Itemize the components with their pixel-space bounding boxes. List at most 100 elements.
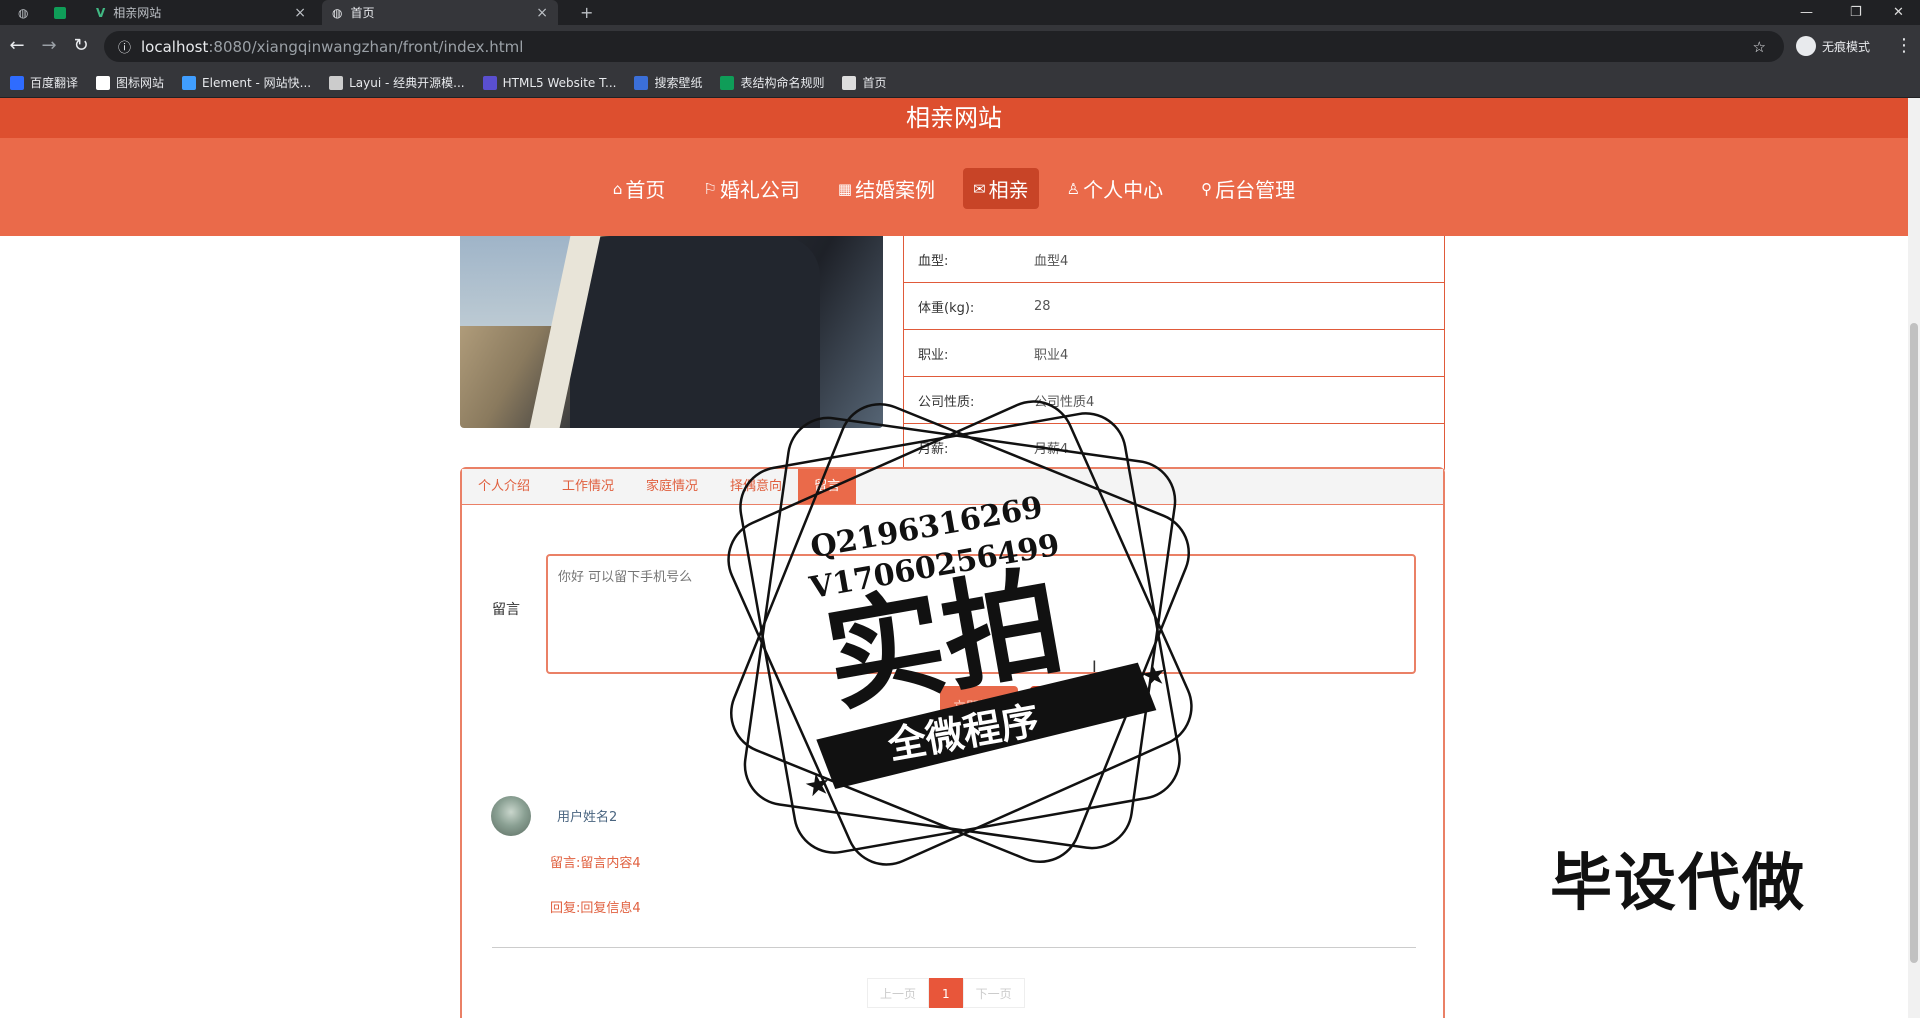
star-icon: ★: [1137, 656, 1170, 695]
nav-icon: ▦: [837, 179, 853, 198]
info-key: 体重(kg):: [918, 300, 975, 316]
nav-item[interactable]: ⚲ 后台管理: [1191, 168, 1305, 209]
address-bar-row: ← → ↻ ⓘ localhost:8080/xiangqinwangzhan/…: [0, 25, 1920, 68]
menu-kebab-icon[interactable]: ⋮: [1893, 35, 1915, 57]
detail-tab[interactable]: 家庭情况: [630, 469, 714, 504]
tab-xiangqin[interactable]: V 相亲网站 ×: [86, 0, 316, 25]
nav-label: 婚礼公司: [719, 178, 800, 202]
nav-icon: ⚲: [1201, 179, 1213, 198]
plus-icon: +: [580, 3, 594, 22]
page-number-button[interactable]: 1: [929, 978, 963, 1008]
nav-label: 后台管理: [1215, 178, 1296, 202]
tab-title: 首页: [350, 6, 375, 20]
avatar: [491, 796, 531, 836]
pagination: 上一页 1 下一页: [867, 978, 1025, 1008]
info-value: 28: [1034, 298, 1051, 314]
star-icon[interactable]: ☆: [1753, 38, 1766, 56]
bookmark-icon: [10, 75, 24, 90]
bookmark-item[interactable]: Element - 网站快...: [182, 74, 311, 91]
nav-icon: ✉: [973, 179, 986, 198]
bookmark-label: 图标网站: [116, 76, 165, 90]
minimize-button[interactable]: —: [1800, 0, 1813, 25]
new-tab-button[interactable]: +: [570, 0, 600, 25]
nav-item[interactable]: ♙ 个人中心: [1057, 168, 1173, 209]
nav-icon: ⌂: [612, 179, 623, 198]
info-icon: ⓘ: [118, 41, 132, 56]
text-cursor-icon: I: [1092, 657, 1097, 676]
page-scrollbar[interactable]: [1908, 98, 1920, 1018]
prev-page-button[interactable]: 上一页: [867, 978, 930, 1008]
nav-label: 相亲: [988, 178, 1029, 202]
bookmark-icon: [842, 75, 857, 90]
watermark-stamp: Q2196316269 V17060256499 实拍 全微程序 ★ ★: [727, 400, 1193, 866]
incognito-icon: [1796, 36, 1816, 56]
bookmark-item[interactable]: HTML5 Website T...: [482, 75, 617, 90]
info-key: 职业:: [918, 347, 949, 363]
bookmark-icon: [482, 75, 497, 90]
sheet-icon: [54, 6, 66, 19]
info-row: 血型: 血型4: [904, 236, 1444, 283]
url-input[interactable]: ⓘ localhost:8080/xiangqinwangzhan/front/…: [104, 31, 1784, 62]
reload-icon[interactable]: ↻: [70, 35, 92, 57]
back-arrow-icon[interactable]: ←: [6, 35, 28, 57]
url-path: :8080/xiangqinwangzhan/front/index.html: [208, 37, 524, 56]
detail-tab[interactable]: 工作情况: [546, 469, 630, 504]
bookmarks-bar: 百度翻译 图标网站 Element - 网站快... Layui - 经典开源模...…: [0, 68, 1920, 98]
nav-icon: ♙: [1066, 179, 1081, 198]
bookmark-item[interactable]: 搜索壁纸: [634, 74, 702, 91]
nav-item[interactable]: ✉ 相亲: [963, 168, 1039, 209]
url-host: localhost: [141, 37, 209, 56]
bookmark-item[interactable]: 图标网站: [96, 74, 164, 91]
nav-label: 个人中心: [1083, 178, 1164, 202]
browser-tabstrip: ◍ V 相亲网站 × ◍ 首页 × + — ❐ ✕: [0, 0, 1920, 25]
bookmark-item[interactable]: Layui - 经典开源模...: [329, 74, 465, 91]
scrollbar-thumb[interactable]: [1910, 323, 1918, 963]
bookmark-item[interactable]: 首页: [842, 74, 887, 91]
info-row: 职业: 职业4: [904, 330, 1444, 377]
bookmark-label: 搜索壁纸: [654, 76, 703, 90]
bookmark-icon: [720, 75, 735, 90]
next-page-button[interactable]: 下一页: [962, 978, 1025, 1008]
main-nav: ⌂ 首页 ⚐ 婚礼公司 ▦ 结婚案例 ✉ 相亲 ♙ 个人中心 ⚲ 后台管理: [0, 168, 1908, 209]
corner-watermark: 毕设代做: [1550, 846, 1807, 919]
comment-reply: 回复:回复信息4: [550, 901, 641, 916]
bookmark-icon: [329, 75, 344, 90]
bookmark-label: 表结构命名规则: [740, 76, 825, 90]
site-title: 相亲网站: [0, 98, 1908, 138]
tab-title: 相亲网站: [113, 6, 162, 20]
nav-label: 结婚案例: [855, 178, 936, 202]
comment-content: 留言:留言内容4: [550, 856, 641, 871]
globe-icon: ◍: [18, 5, 29, 20]
bookmark-label: HTML5 Website T...: [502, 75, 617, 90]
nav-icon: ⚐: [703, 179, 717, 198]
info-row: 体重(kg): 28: [904, 283, 1444, 330]
bookmark-item[interactable]: 表结构命名规则: [720, 74, 824, 91]
nav-item[interactable]: ⌂ 首页: [603, 168, 676, 209]
bookmark-label: 首页: [862, 76, 887, 90]
forward-arrow-icon[interactable]: →: [38, 35, 60, 57]
info-value: 职业4: [1034, 347, 1069, 363]
maximize-button[interactable]: ❐: [1850, 0, 1862, 25]
nav-item[interactable]: ▦ 结婚案例: [828, 168, 945, 209]
bookmark-label: 百度翻译: [30, 76, 79, 90]
close-icon[interactable]: ×: [294, 5, 306, 21]
bookmark-icon: [182, 75, 197, 90]
bookmark-icon: [96, 75, 111, 90]
info-key: 血型:: [918, 253, 949, 269]
message-label: 留言: [492, 602, 520, 618]
incognito-indicator[interactable]: 无痕模式: [1796, 36, 1870, 56]
globe-icon: ◍: [332, 5, 343, 20]
bookmark-item[interactable]: 百度翻译: [10, 74, 78, 91]
pinned-tab-sheet[interactable]: [44, 0, 76, 25]
close-icon[interactable]: ×: [536, 5, 548, 21]
nav-label: 首页: [625, 178, 666, 202]
divider: [492, 947, 1416, 948]
bookmark-icon: [634, 75, 649, 90]
site-header: 相亲网站 ⌂ 首页 ⚐ 婚礼公司 ▦ 结婚案例 ✉ 相亲 ♙ 个人中心 ⚲ 后台管理: [0, 98, 1908, 236]
bookmark-label: Element - 网站快...: [202, 76, 312, 90]
detail-tab[interactable]: 个人介绍: [462, 469, 546, 504]
tab-home[interactable]: ◍ 首页 ×: [322, 0, 558, 25]
close-window-button[interactable]: ✕: [1893, 0, 1904, 25]
pinned-tab-globe[interactable]: ◍: [8, 0, 40, 25]
nav-item[interactable]: ⚐ 婚礼公司: [693, 168, 809, 209]
